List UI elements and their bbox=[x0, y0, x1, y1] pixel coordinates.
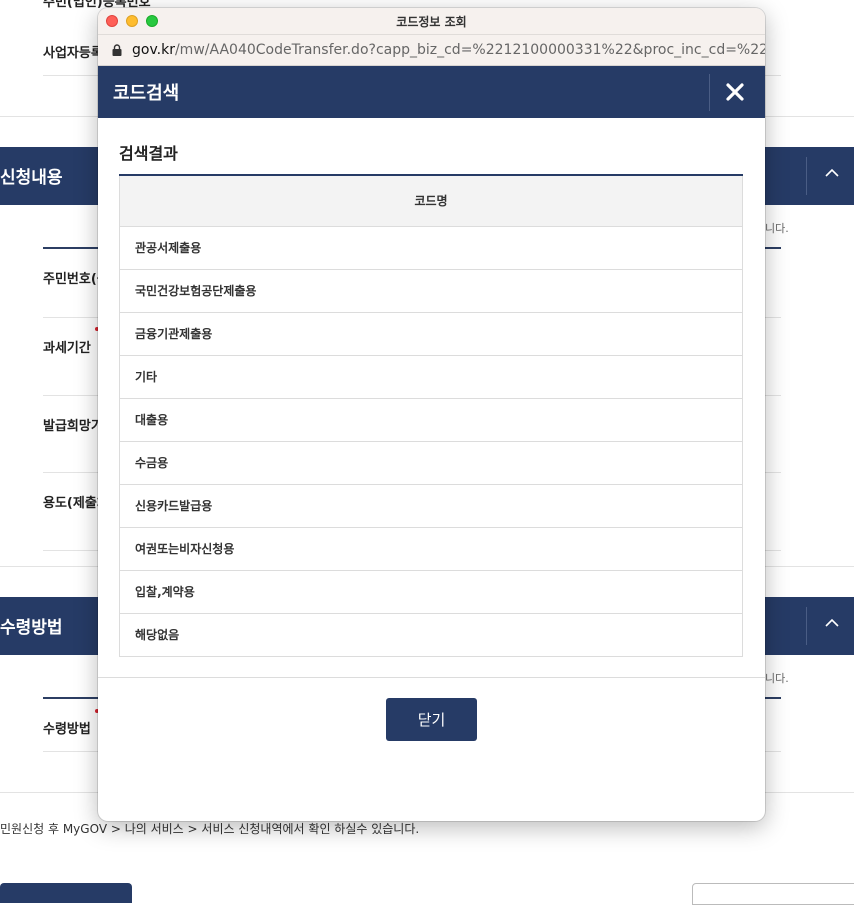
section-title: 수령방법 bbox=[0, 618, 63, 638]
section-note: 니다. bbox=[765, 222, 789, 235]
result-heading: 검색결과 bbox=[119, 144, 178, 163]
window-titlebar[interactable]: 코드정보 조회 bbox=[98, 8, 765, 35]
modal-title: 코드검색 bbox=[113, 83, 180, 104]
row-label-tax-period: 과세기간 bbox=[43, 341, 91, 356]
divider bbox=[806, 157, 807, 195]
code-row[interactable]: 입찰,계약용 bbox=[119, 571, 743, 614]
chevron-up-icon[interactable] bbox=[822, 613, 842, 633]
row-label-issue-request: 발급희망기 bbox=[43, 419, 103, 434]
divider bbox=[98, 677, 765, 678]
divider bbox=[806, 607, 807, 645]
url-host: gov.kr bbox=[132, 42, 175, 58]
code-row[interactable]: 대출용 bbox=[119, 399, 743, 442]
address-bar[interactable]: gov.kr/mw/AA040CodeTransfer.do?capp_biz_… bbox=[98, 35, 765, 66]
section-title: 신청내용 bbox=[0, 168, 63, 188]
row-label-receive-method: 수령방법 bbox=[43, 722, 91, 737]
code-row[interactable]: 신용카드발급용 bbox=[119, 485, 743, 528]
close-icon[interactable] bbox=[723, 80, 747, 104]
code-row[interactable]: 기타 bbox=[119, 356, 743, 399]
lock-icon bbox=[112, 44, 122, 56]
modal-header: 코드검색 bbox=[98, 66, 765, 118]
divider bbox=[709, 74, 710, 111]
chevron-up-icon[interactable] bbox=[822, 163, 842, 183]
code-row[interactable]: 수금용 bbox=[119, 442, 743, 485]
code-row[interactable]: 해당없음 bbox=[119, 614, 743, 657]
window-title: 코드정보 조회 bbox=[396, 15, 467, 29]
code-row[interactable]: 여권또는비자신청용 bbox=[119, 528, 743, 571]
bottom-note: 민원신청 후 MyGOV > 나의 서비스 > 서비스 신청내역에서 확인 하실… bbox=[0, 822, 420, 836]
popup-window: 코드정보 조회 gov.kr/mw/AA040CodeTransfer.do?c… bbox=[98, 8, 765, 821]
column-header-code-name: 코드명 bbox=[119, 176, 743, 227]
code-table: 코드명 관공서제출용 국민건강보험공단제출용 금융기관제출용 기타 대출용 수금… bbox=[119, 174, 743, 657]
close-button[interactable]: 닫기 bbox=[386, 698, 477, 741]
section-note: 니다. bbox=[765, 672, 789, 685]
bottom-right-button[interactable] bbox=[692, 883, 854, 905]
url-text[interactable]: gov.kr/mw/AA040CodeTransfer.do?capp_biz_… bbox=[132, 42, 765, 58]
url-path: /mw/AA040CodeTransfer.do?capp_biz_cd=%22… bbox=[174, 42, 765, 58]
code-row[interactable]: 금융기관제출용 bbox=[119, 313, 743, 356]
resident-number-value: ****** bbox=[236, 0, 277, 6]
bottom-left-button[interactable] bbox=[0, 883, 132, 903]
code-row[interactable]: 관공서제출용 bbox=[119, 227, 743, 270]
code-row[interactable]: 국민건강보험공단제출용 bbox=[119, 270, 743, 313]
